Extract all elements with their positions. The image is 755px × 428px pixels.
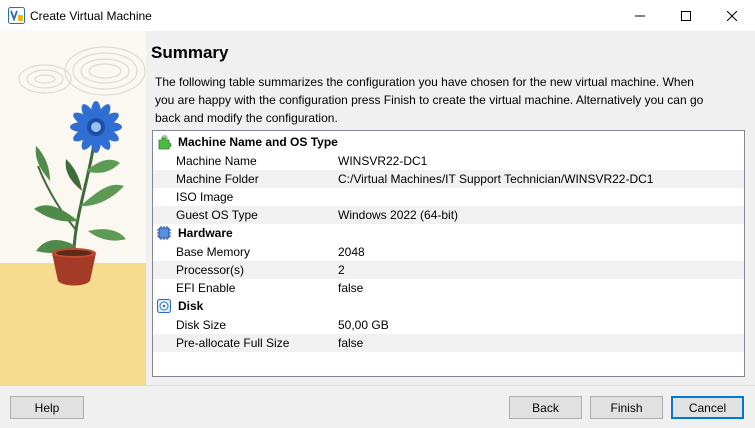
row-value: 50,00 GB: [338, 318, 389, 332]
section-title: Machine Name and OS Type: [178, 135, 338, 149]
table-row: Base Memory 2048: [153, 243, 744, 261]
table-row: Machine Name WINSVR22-DC1: [153, 152, 744, 170]
page-title: Summary: [151, 43, 229, 62]
button-bar: Help Back Finish Cancel: [0, 385, 755, 428]
close-icon: [727, 10, 737, 21]
row-value: false: [338, 336, 364, 350]
section-header-disk: Disk: [153, 297, 744, 316]
wizard-illustration: [0, 31, 146, 385]
row-value: 2: [338, 263, 345, 277]
section-header-hardware: Hardware: [153, 224, 744, 243]
row-value: Windows 2022 (64-bit): [338, 208, 459, 222]
disk-icon: [157, 299, 171, 313]
row-value: 2048: [338, 245, 365, 259]
puzzle-icon: [158, 135, 172, 150]
row-key: Base Memory: [176, 245, 251, 259]
table-row: ISO Image: [153, 188, 744, 206]
minimize-button[interactable]: [617, 0, 663, 31]
virtualbox-app-icon: [8, 7, 25, 24]
minimize-icon: [635, 15, 645, 16]
row-key: Processor(s): [176, 263, 245, 277]
row-key: Guest OS Type: [176, 208, 258, 222]
row-key: ISO Image: [176, 190, 234, 204]
page-description: The following table summarizes the confi…: [155, 75, 704, 125]
title-bar: Create Virtual Machine: [0, 0, 755, 31]
row-value: WINSVR22-DC1: [338, 154, 428, 168]
section-title: Hardware: [178, 226, 233, 240]
chip-icon: [157, 226, 171, 240]
flower-illustration-icon: [0, 31, 146, 385]
table-row: Machine Folder C:/Virtual Machines/IT Su…: [153, 170, 744, 188]
window-title: Create Virtual Machine: [30, 9, 152, 23]
help-button[interactable]: Help: [10, 396, 84, 419]
finish-button[interactable]: Finish: [590, 396, 663, 419]
row-key: Pre-allocate Full Size: [176, 336, 290, 350]
section-header-name-os: Machine Name and OS Type: [153, 133, 744, 152]
back-button[interactable]: Back: [509, 396, 582, 419]
close-button[interactable]: [709, 0, 755, 31]
row-key: Machine Name: [176, 154, 257, 168]
row-key: EFI Enable: [176, 281, 236, 295]
row-value: false: [338, 281, 364, 295]
cancel-button[interactable]: Cancel: [671, 396, 744, 419]
row-key: Machine Folder: [176, 172, 259, 186]
table-row: Guest OS Type Windows 2022 (64-bit): [153, 206, 744, 224]
summary-table[interactable]: Machine Name and OS Type Machine Name WI…: [152, 130, 745, 377]
row-key: Disk Size: [176, 318, 227, 332]
table-row: Disk Size 50,00 GB: [153, 316, 744, 334]
table-row: Processor(s) 2: [153, 261, 744, 279]
maximize-icon: [681, 10, 691, 21]
section-title: Disk: [178, 299, 204, 313]
summary-page: Summary The following table summarizes t…: [146, 31, 755, 385]
table-row: Pre-allocate Full Size false: [153, 334, 744, 352]
table-row: EFI Enable false: [153, 279, 744, 297]
maximize-button[interactable]: [663, 0, 709, 31]
row-value: C:/Virtual Machines/IT Support Technicia…: [338, 172, 654, 186]
